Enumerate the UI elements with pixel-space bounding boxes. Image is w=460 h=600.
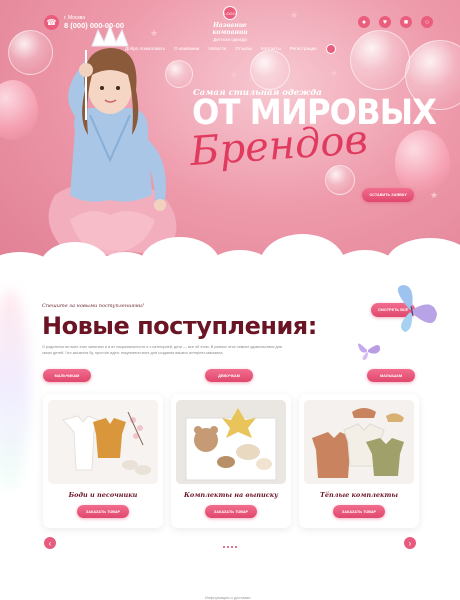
company-name: Название компании [212,22,248,36]
rainbow-decoration [0,290,30,490]
search-icon[interactable]: ○ [421,16,433,28]
cloud-divider [0,232,460,280]
nav-item-welcome[interactable]: Добро пожаловать [125,46,165,51]
product-title: Комплекты на выписку [184,491,278,499]
star-icon: ★ [430,190,439,200]
girl-photo [48,24,177,255]
product-image [304,400,414,484]
nav-item-contacts[interactable]: Контакты [261,46,281,51]
category-boys-button[interactable]: МАЛЬЧИКАМ [43,369,91,382]
pagination-dot[interactable] [223,546,225,548]
product-card[interactable]: Комплекты на выписку ЗАКАЗАТЬ ТОВАР [171,394,291,528]
category-babies-button[interactable]: МАЛЫШАМ [367,369,415,382]
header-contact: ☎ г. Москва 8 (000) 000-00-00 [44,15,124,30]
slider-prev-button[interactable]: ‹ [44,537,56,549]
nav-item-reviews[interactable]: Отзывы [235,46,252,51]
hero-script-title: Брендов [188,116,370,176]
user-icon[interactable]: ● [358,16,370,28]
bubble-decoration [350,30,410,90]
butterfly-icon [397,285,437,332]
bubble-decoration [250,50,290,90]
product-title: Тёплые комплекты [320,491,398,499]
category-girls-button[interactable]: ДЕВОЧКАМ [205,369,253,382]
logo[interactable]: LOGO Название компании Детская одежда [200,6,260,42]
product-title: Боди и песочники [68,491,138,499]
product-image [48,400,158,484]
footer-text: Информация о доставке [205,595,251,600]
header-icons: ● ♥ ■ ○ [358,16,433,28]
pagination-dot[interactable] [227,546,229,548]
nav-search-icon[interactable] [326,44,336,54]
nav-item-news[interactable]: Новости [208,46,226,51]
butterfly-icon [358,343,381,360]
section-description: О родителях во всех этих занятиях и в их… [42,345,282,355]
nav-item-register[interactable]: Регистрация [290,46,317,51]
bubble-decoration [325,165,355,195]
pagination-dot[interactable] [231,546,233,548]
order-button[interactable]: ЗАКАЗАТЬ ТОВАР [333,505,385,518]
company-tagline: Детская одежда [213,37,247,42]
nav-item-about[interactable]: О компании [174,46,199,51]
section-tagline: Спешите за новыми поступлениями! [42,303,145,309]
pagination-dot[interactable] [235,546,237,548]
balloon-decoration [395,130,450,195]
order-button[interactable]: ЗАКАЗАТЬ ТОВАР [77,505,129,518]
phone-number[interactable]: 8 (000) 000-00-00 [64,21,124,30]
star-icon: ★ [330,68,339,78]
slider-next-button[interactable]: › [404,537,416,549]
star-icon: ★ [290,10,299,20]
slider-pagination [223,546,237,548]
product-image [176,400,286,484]
star-icon: ★ [230,70,239,80]
product-card[interactable]: Тёплые комплекты ЗАКАЗАТЬ ТОВАР [299,394,419,528]
phone-icon[interactable]: ☎ [44,15,59,30]
main-nav: Добро пожаловать О компании Новости Отзы… [125,46,317,51]
request-button[interactable]: ОСТАВИТЬ ЗАЯВКУ [362,188,414,202]
logo-badge: LOGO [223,6,237,20]
product-card[interactable]: Боди и песочники ЗАКАЗАТЬ ТОВАР [43,394,163,528]
heart-icon[interactable]: ♥ [379,16,391,28]
order-button[interactable]: ЗАКАЗАТЬ ТОВАР [205,505,257,518]
cart-icon[interactable]: ■ [400,16,412,28]
section-title: Новые поступления: [42,312,317,340]
